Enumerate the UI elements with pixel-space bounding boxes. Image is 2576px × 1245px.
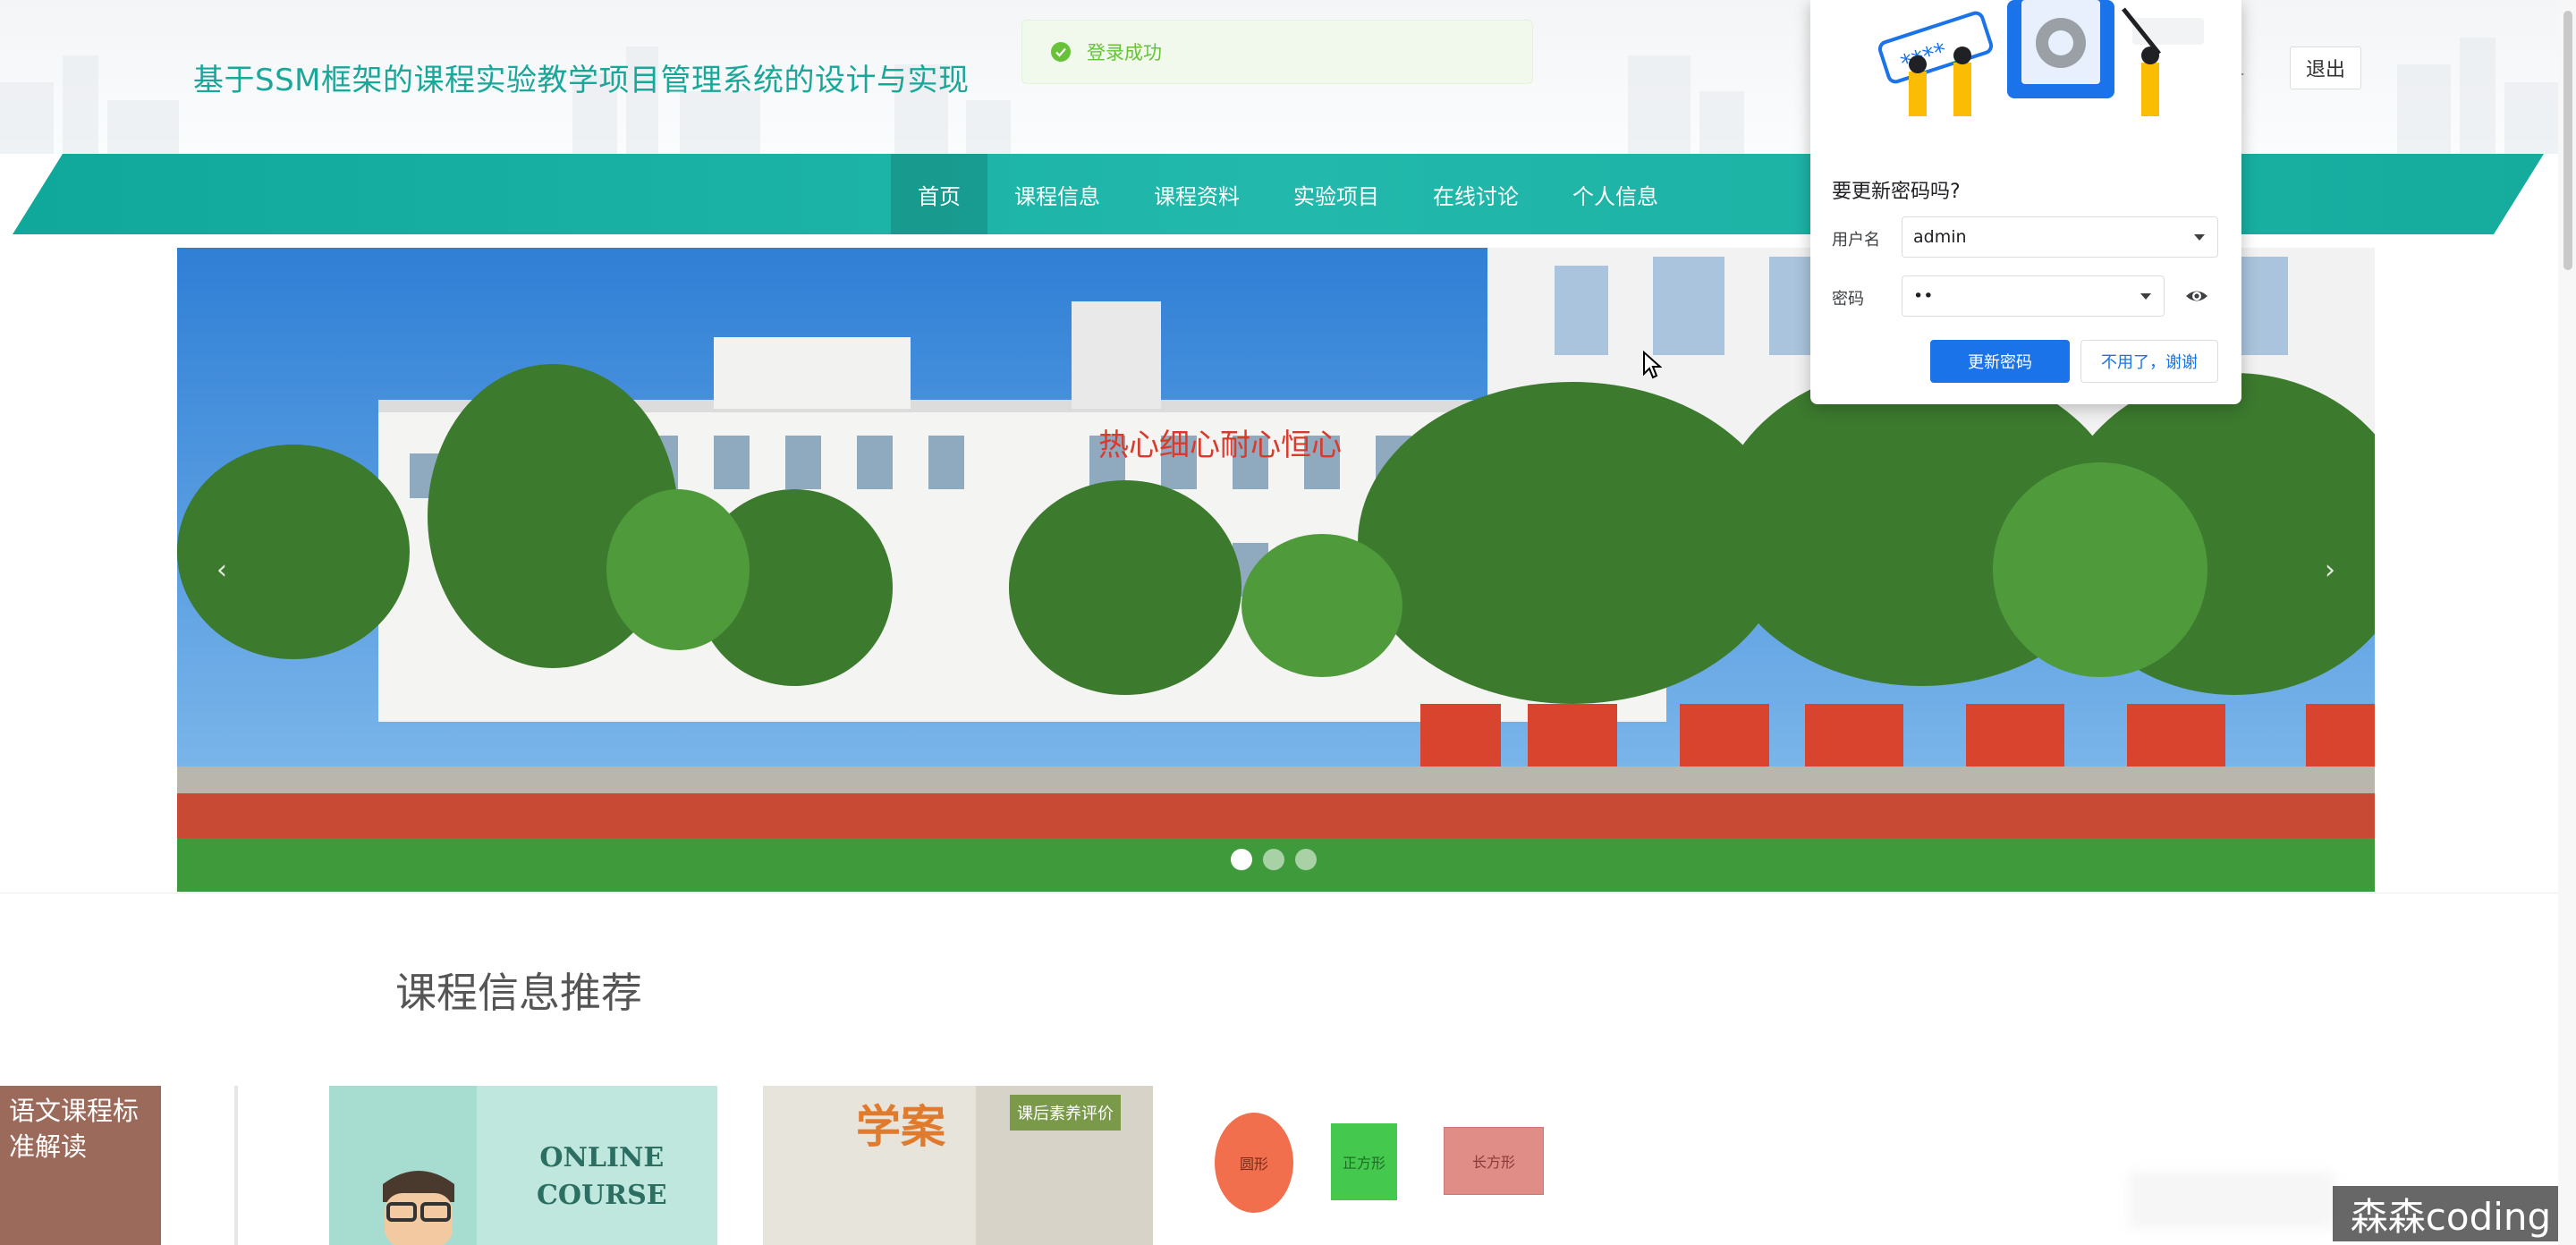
chevron-down-icon bbox=[2194, 234, 2205, 241]
nav-item-course-materials[interactable]: 课程资料 bbox=[1127, 154, 1267, 234]
square-shape: 正方形 bbox=[1331, 1123, 1397, 1200]
book-heading: 学案 bbox=[856, 1100, 945, 1153]
chevron-left-icon[interactable]: ‹ bbox=[204, 552, 240, 588]
dialog-heading: 要更新密码吗? bbox=[1832, 181, 1961, 203]
circle-shape: 圆形 bbox=[1215, 1113, 1293, 1213]
nav-item-profile[interactable]: 个人信息 bbox=[1546, 154, 1685, 234]
password-illustration: **** bbox=[1877, 0, 2204, 116]
mouse-cursor-icon bbox=[1643, 351, 1662, 379]
carousel-indicators bbox=[1231, 849, 1317, 870]
chevron-right-icon[interactable]: › bbox=[2312, 552, 2348, 588]
eye-icon[interactable] bbox=[2184, 284, 2209, 308]
chevron-down-icon bbox=[2140, 293, 2151, 300]
carousel-dot[interactable] bbox=[1295, 849, 1317, 870]
toast-message: 登录成功 bbox=[1087, 42, 1162, 64]
username-value: admin bbox=[1913, 227, 1967, 247]
online-line-2: COURSE bbox=[537, 1180, 667, 1211]
scrollbar-thumb[interactable] bbox=[2563, 11, 2572, 270]
section-divider bbox=[0, 893, 2576, 894]
username-label: 用户名 bbox=[1832, 231, 1880, 250]
password-value: •• bbox=[1913, 286, 1934, 306]
blurred-watermark bbox=[2129, 1172, 2334, 1229]
teacher-illustration bbox=[383, 1171, 454, 1245]
online-line-1: ONLINE bbox=[539, 1142, 665, 1173]
check-circle-icon bbox=[1051, 42, 1071, 62]
book-title: 语文课程标准解读 bbox=[9, 1096, 140, 1162]
nav-item-home[interactable]: 首页 bbox=[891, 154, 987, 234]
site-title: 基于SSM框架的课程实验教学项目管理系统的设计与实现 bbox=[193, 63, 970, 98]
nav-item-lab-projects[interactable]: 实验项目 bbox=[1267, 154, 1406, 234]
nav-item-online-discussion[interactable]: 在线讨论 bbox=[1406, 154, 1546, 234]
nav-item-course-info[interactable]: 课程信息 bbox=[987, 154, 1127, 234]
online-course-text: ONLINE COURSE bbox=[537, 1139, 667, 1215]
update-password-dialog: **** 要更新密码吗? 用户名 admin 密码 •• 更新密码 不用了，谢谢 bbox=[1810, 0, 2241, 404]
course-card[interactable]: 语文课程标准解读 bbox=[0, 1086, 242, 1245]
update-password-button[interactable]: 更新密码 bbox=[1930, 340, 2070, 383]
password-label: 密码 bbox=[1832, 290, 1864, 309]
section-title: 课程信息推荐 bbox=[395, 969, 642, 1017]
username-select[interactable]: admin bbox=[1902, 216, 2218, 258]
watermark: 森森coding bbox=[2333, 1186, 2569, 1241]
book-tag: 课后素养评价 bbox=[1010, 1095, 1121, 1131]
carousel-dot[interactable] bbox=[1263, 849, 1284, 870]
dismiss-button[interactable]: 不用了，谢谢 bbox=[2080, 340, 2218, 383]
course-card[interactable]: ONLINE COURSE bbox=[329, 1086, 717, 1245]
carousel-dot[interactable] bbox=[1231, 849, 1252, 870]
nav-items: 首页 课程信息 课程资料 实验项目 在线讨论 个人信息 bbox=[891, 154, 1685, 234]
logout-button[interactable]: 退出 bbox=[2290, 47, 2361, 89]
card-edge bbox=[234, 1086, 238, 1245]
building-slogan: 热心细心耐心恒心 bbox=[1098, 428, 1342, 463]
login-success-toast: 登录成功 bbox=[1021, 20, 1533, 84]
course-card[interactable]: 学案 课后素养评价 bbox=[763, 1086, 1153, 1245]
password-select[interactable]: •• bbox=[1902, 275, 2165, 317]
rectangle-shape: 长方形 bbox=[1444, 1127, 1544, 1195]
